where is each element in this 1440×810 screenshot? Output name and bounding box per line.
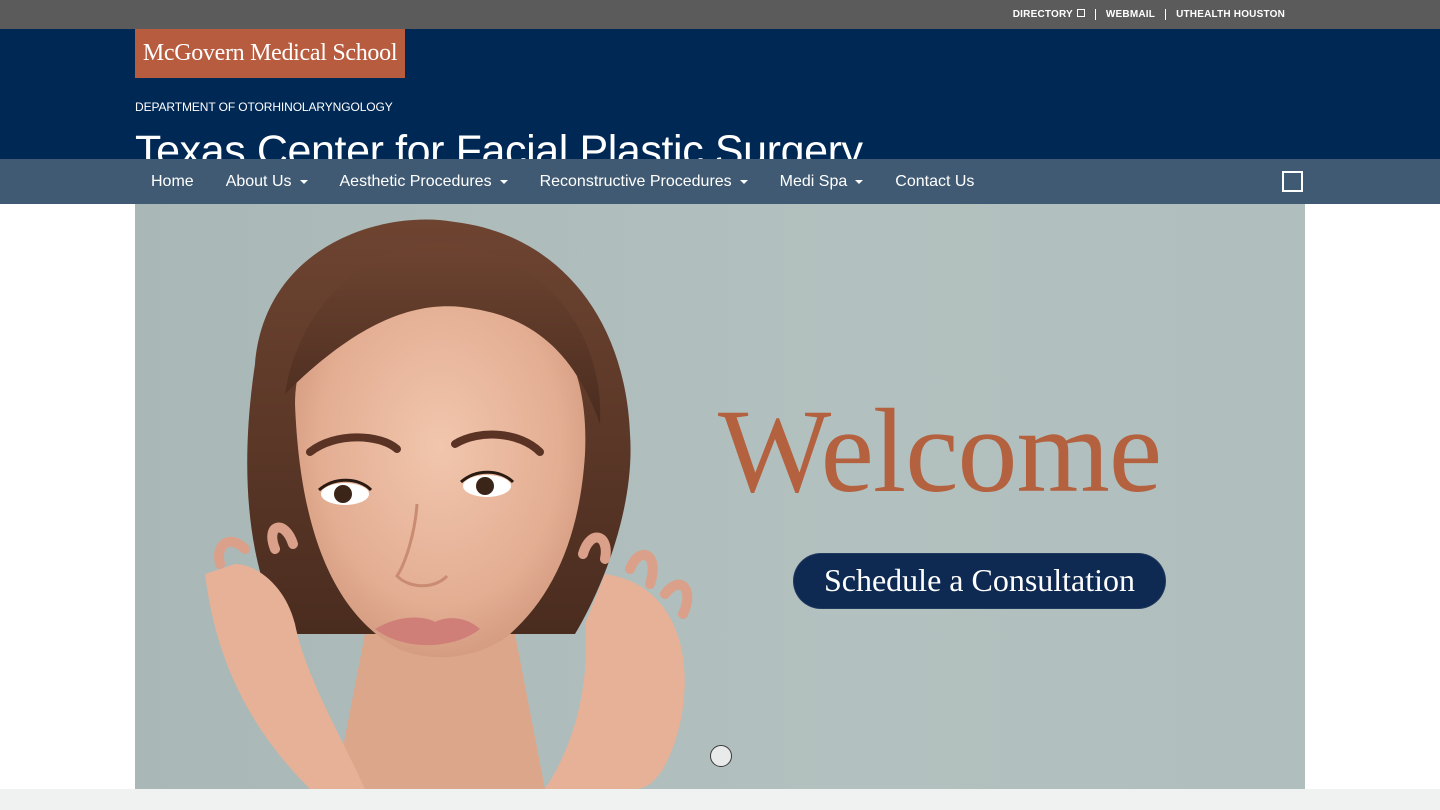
page-bottom-strip [0,789,1440,810]
site-header: McGovern Medical School DEPARTMENT OF OT… [0,29,1440,175]
directory-link[interactable]: DIRECTORY [1013,9,1085,20]
external-link-icon [1076,9,1085,17]
nav-item-label: Contact Us [895,172,975,190]
department-label: DEPARTMENT OF OTORHINOLARYNGOLOGY [135,100,393,114]
nav-item-home[interactable]: Home [135,159,210,204]
nav-item-about-us[interactable]: About Us [210,159,324,204]
hero-carousel: Welcome Schedule a Consultation [135,204,1305,789]
search-toggle-square-icon[interactable] [1282,171,1303,192]
right-iris-shape [476,477,494,495]
directory-label: DIRECTORY [1012,9,1073,20]
main-nav: Home About Us Aesthetic Procedures Recon… [0,159,1440,204]
left-iris-shape [334,485,352,503]
nav-item-reconstructive-procedures[interactable]: Reconstructive Procedures [524,159,764,204]
nav-item-label: Reconstructive Procedures [539,172,732,190]
caret-down-icon [855,179,864,184]
webmail-link[interactable]: WEBMAIL [1106,9,1155,20]
neck-shape [335,634,545,789]
nav-item-label: Aesthetic Procedures [339,172,492,190]
schedule-consultation-button[interactable]: Schedule a Consultation [793,553,1166,609]
caret-down-icon [499,179,508,184]
mcgovern-logo[interactable]: McGovern Medical School [135,29,405,78]
carousel-indicator-dot[interactable] [710,745,732,767]
nav-items: Home About Us Aesthetic Procedures Recon… [135,159,990,204]
divider [1094,9,1096,20]
utility-bar: DIRECTORY WEBMAIL UTHEALTH HOUSTON [0,0,1440,29]
nav-item-label: Home [151,172,194,190]
welcome-heading: Welcome [718,384,1162,517]
nav-item-aesthetic-procedures[interactable]: Aesthetic Procedures [324,159,524,204]
caret-down-icon [299,179,308,184]
nav-item-label: Medi Spa [779,172,848,190]
nav-item-label: About Us [225,172,292,190]
divider [1165,9,1167,20]
caret-down-icon [739,179,748,184]
nav-item-contact-us[interactable]: Contact Us [879,159,990,204]
utility-links: DIRECTORY WEBMAIL UTHEALTH HOUSTON [1013,0,1285,29]
uthealth-houston-link[interactable]: UTHEALTH HOUSTON [1176,9,1285,20]
nav-item-medi-spa[interactable]: Medi Spa [764,159,880,204]
